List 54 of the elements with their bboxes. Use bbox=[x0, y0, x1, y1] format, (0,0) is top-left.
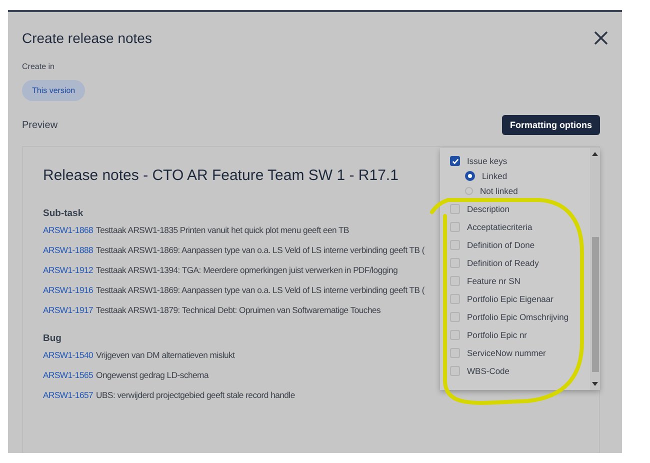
option-label: Issue keys bbox=[467, 156, 508, 166]
issue-link[interactable]: ARSW1-1540 bbox=[43, 350, 94, 360]
scroll-down-icon[interactable] bbox=[592, 382, 598, 386]
issue-summary: Testtaak ARSW1-1869: Aanpassen type van o.a. LS Veld of LS interne verbinding geeft TB ( bbox=[96, 285, 425, 295]
version-option[interactable]: This version bbox=[22, 80, 86, 101]
radio-button[interactable] bbox=[465, 187, 473, 195]
checkbox[interactable] bbox=[450, 276, 460, 286]
preview-label: Preview bbox=[22, 120, 58, 130]
issue-link[interactable]: ARSW1-1912 bbox=[43, 265, 94, 275]
dialog-title: Create release notes bbox=[22, 30, 152, 46]
section-heading: Bug bbox=[43, 333, 62, 344]
option-label: Portfolio Epic Omschrijving bbox=[467, 312, 569, 322]
option-label: Acceptatiecriteria bbox=[467, 222, 532, 232]
checkbox[interactable] bbox=[450, 156, 460, 166]
option-label: Feature nr SN bbox=[467, 276, 520, 286]
option-label: Portfolio Epic Eigenaar bbox=[467, 294, 554, 304]
issue-summary: Testtaak ARSW1-1394: TGA: Meerdere opmerkingen juist verwerken in PDF/logging bbox=[96, 265, 398, 275]
option-label: Linked bbox=[482, 171, 508, 181]
issue-link[interactable]: ARSW1-1565 bbox=[43, 370, 94, 380]
checkbox[interactable] bbox=[450, 366, 460, 376]
release-notes-heading: Release notes - CTO AR Feature Team SW 1 - R17.1 bbox=[43, 167, 398, 184]
option-label: Definition of Ready bbox=[467, 258, 539, 268]
create-in-label: Create in bbox=[22, 62, 56, 71]
checkbox[interactable] bbox=[450, 240, 460, 250]
issue-link[interactable]: ARSW1-1917 bbox=[43, 305, 94, 315]
option-label: Not linked bbox=[480, 186, 518, 196]
issue-link[interactable]: ARSW1-1888 bbox=[43, 245, 94, 255]
issue-link[interactable]: ARSW1-1657 bbox=[43, 390, 94, 400]
close-icon[interactable] bbox=[594, 31, 608, 45]
checkbox[interactable] bbox=[450, 330, 460, 340]
option-label: ServiceNow nummer bbox=[467, 348, 546, 358]
checkbox[interactable] bbox=[450, 348, 460, 358]
option-label: Definition of Done bbox=[467, 240, 535, 250]
option-label: Portfolio Epic nr bbox=[467, 330, 527, 340]
radio-button[interactable] bbox=[465, 171, 475, 181]
issue-summary: UBS: verwijderd projectgebied geeft stale record handle bbox=[96, 390, 295, 400]
issue-summary: Ongewenst gedrag LD-schema bbox=[96, 370, 208, 380]
issue-summary: Testtaak ARSW1-1869: Aanpassen type van o.a. LS Veld of LS interne verbinding geeft TB ( bbox=[96, 245, 425, 255]
checkbox[interactable] bbox=[450, 222, 460, 232]
issue-summary: Vrijgeven van DM alternatieven mislukt bbox=[96, 350, 235, 360]
issue-summary: Testtaak ARSW1-1835 Printen vanuit het quick plot menu geeft een TB bbox=[96, 225, 350, 235]
scrollbar[interactable] bbox=[590, 148, 600, 390]
option-label: WBS-Code bbox=[467, 366, 510, 376]
checkbox[interactable] bbox=[450, 294, 460, 304]
section-heading: Sub-task bbox=[43, 208, 84, 219]
checkbox[interactable] bbox=[450, 312, 460, 322]
issue-summary: Testtaak ARSW1-1879: Technical Debt: Opruimen van Softwarematige Touches bbox=[96, 305, 381, 315]
issue-link[interactable]: ARSW1-1916 bbox=[43, 285, 94, 295]
checkbox[interactable] bbox=[450, 204, 460, 214]
formatting-options-button[interactable]: Formatting options bbox=[502, 115, 600, 135]
issue-link[interactable]: ARSW1-1868 bbox=[43, 225, 94, 235]
scroll-up-icon[interactable] bbox=[592, 152, 598, 156]
checkbox[interactable] bbox=[450, 258, 460, 268]
option-label: Description bbox=[467, 204, 510, 214]
